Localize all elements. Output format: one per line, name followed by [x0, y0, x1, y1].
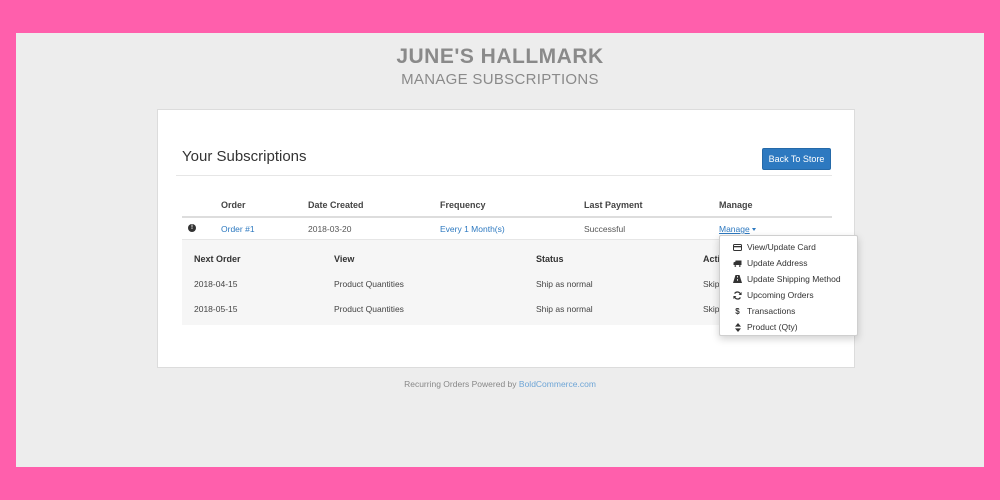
menu-item-label: Update Shipping Method: [747, 274, 841, 284]
road-icon: [733, 275, 742, 284]
page-title: MANAGE SUBSCRIPTIONS: [401, 71, 599, 88]
frequency-link[interactable]: Every 1 Month(s): [440, 224, 505, 234]
menu-item-update-address[interactable]: Update Address: [720, 255, 857, 271]
menu-item-label: Transactions: [747, 306, 796, 316]
column-header-next-order: Next Order: [194, 254, 241, 264]
panel-title: Your Subscriptions: [182, 148, 307, 165]
boldcommerce-link[interactable]: BoldCommerce.com: [519, 379, 596, 389]
menu-item-update-shipping-method[interactable]: Update Shipping Method: [720, 271, 857, 287]
next-order-date: 2018-04-15: [194, 279, 238, 289]
dollar-icon: $: [735, 306, 740, 316]
menu-item-label: View/Update Card: [747, 242, 816, 252]
back-to-store-button[interactable]: Back To Store: [762, 148, 831, 170]
credit-card-icon: [733, 243, 742, 252]
date-created-value: 2018-03-20: [308, 224, 352, 234]
manage-label: Manage: [719, 224, 750, 234]
footer-text: Recurring Orders Powered by: [404, 379, 517, 389]
menu-item-label: Update Address: [747, 258, 808, 268]
info-icon[interactable]: !: [188, 224, 196, 232]
order-link[interactable]: Order #1: [221, 224, 255, 234]
caret-down-icon: [751, 228, 756, 232]
skip-link[interactable]: Skip: [703, 304, 720, 314]
menu-item-label: Upcoming Orders: [747, 290, 814, 300]
column-header-actions: Acti: [703, 254, 721, 264]
skip-link[interactable]: Skip: [703, 279, 720, 289]
column-header-frequency: Frequency: [440, 200, 486, 210]
menu-item-view-update-card[interactable]: View/Update Card: [720, 239, 857, 255]
column-header-manage: Manage: [719, 200, 753, 210]
status-value: Ship as normal: [536, 304, 593, 314]
column-header-view: View: [334, 254, 355, 264]
column-header-last-payment: Last Payment: [584, 200, 643, 210]
menu-item-upcoming-orders[interactable]: Upcoming Orders: [720, 287, 857, 303]
product-quantities-link[interactable]: Product Quantities: [334, 279, 404, 289]
last-payment-value: Successful: [584, 224, 626, 234]
manage-dropdown-toggle[interactable]: Manage: [719, 224, 756, 234]
menu-item-transactions[interactable]: $ Transactions: [720, 303, 857, 319]
column-header-order: Order: [221, 200, 246, 210]
product-quantities-link[interactable]: Product Quantities: [334, 304, 404, 314]
column-header-status: Status: [536, 254, 564, 264]
status-value: Ship as normal: [536, 279, 593, 289]
next-order-date: 2018-05-15: [194, 304, 238, 314]
sort-icon: [733, 322, 742, 332]
footer: Recurring Orders Powered by BoldCommerce…: [16, 379, 984, 389]
table-header-divider: [182, 216, 832, 218]
divider: [176, 175, 832, 176]
column-header-date-created: Date Created: [308, 200, 364, 210]
manage-dropdown-menu: View/Update Card Update Address Update S…: [719, 235, 858, 336]
store-name: JUNE'S HALLMARK: [396, 45, 604, 68]
menu-item-product-qty[interactable]: Product (Qty): [720, 319, 857, 335]
truck-icon: [733, 259, 742, 268]
refresh-icon: [733, 290, 742, 300]
menu-item-label: Product (Qty): [747, 322, 798, 332]
